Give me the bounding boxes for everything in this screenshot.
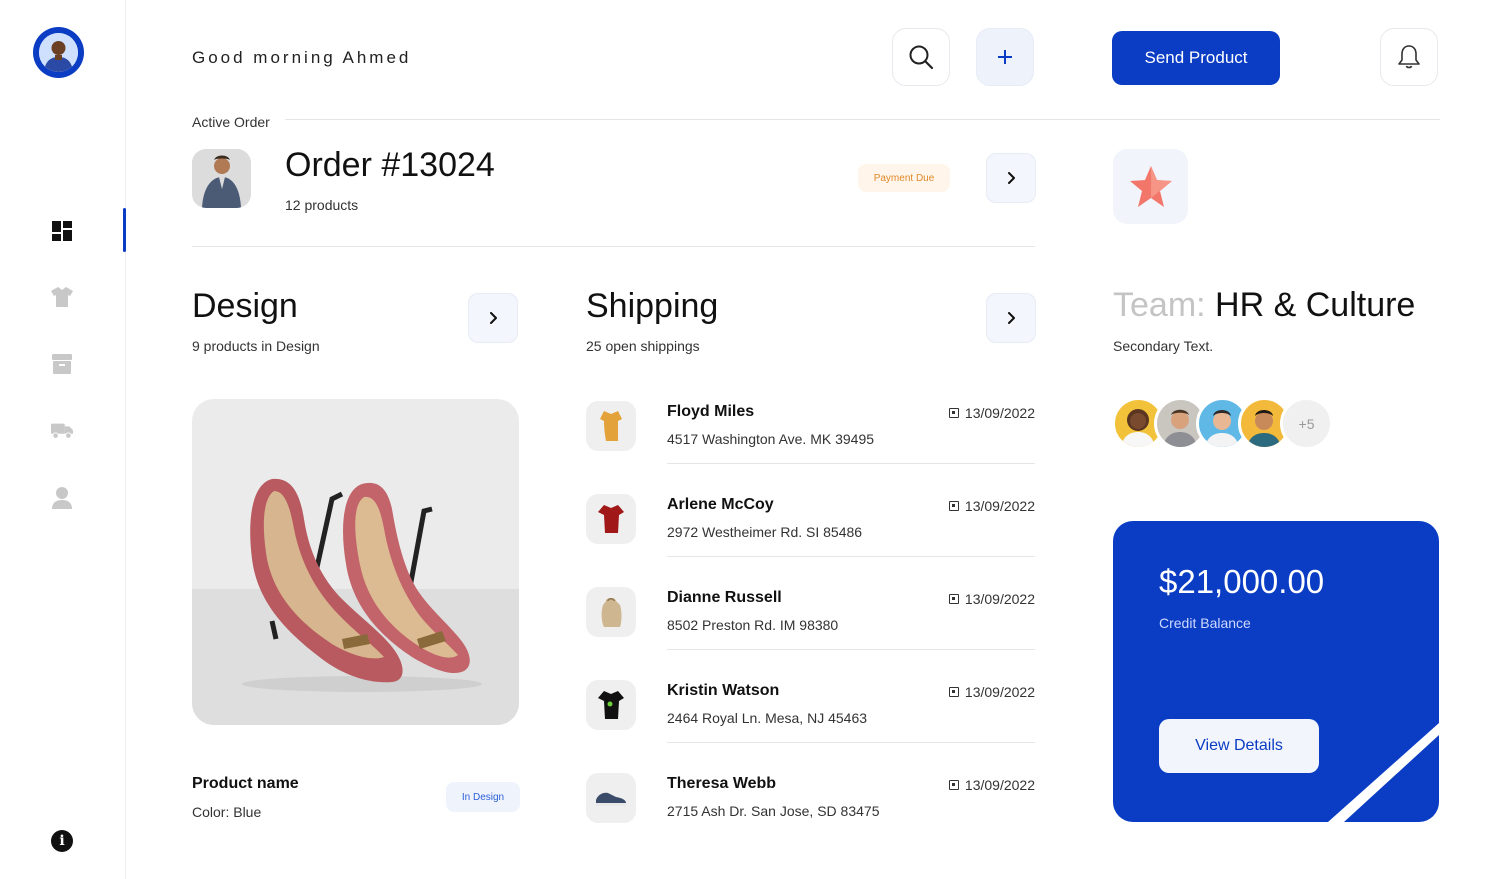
divider [667,742,1035,743]
team-title-name: HR & Culture [1215,286,1416,324]
shipping-name: Kristin Watson [667,682,780,699]
send-product-button[interactable]: Send Product [1112,31,1280,85]
backpack-thumbnail [586,587,636,637]
yellow-tshirt-thumbnail [586,401,636,451]
add-button[interactable] [976,28,1034,86]
product-name: Product name [192,775,299,792]
shipping-row[interactable]: Kristin Watson 2464 Royal Ln. Mesa, NJ 4… [586,680,1035,773]
shipping-row[interactable]: Dianne Russell 8502 Preston Rd. IM 98380… [586,587,1035,680]
sneaker-thumbnail [586,773,636,823]
shipping-name: Theresa Webb [667,775,777,792]
shipping-row[interactable]: Theresa Webb 2715 Ash Dr. San Jose, SD 8… [586,773,1035,866]
shipping-address: 4517 Washington Ave. MK 39495 [667,431,875,447]
shipping-open-button[interactable] [986,293,1036,343]
info-icon[interactable]: i [51,830,73,852]
divider [285,119,1440,120]
order-open-button[interactable] [986,153,1036,203]
active-order-label: Active Order [192,114,270,130]
divider [667,556,1035,557]
black-tshirt-thumbnail [586,680,636,730]
shipping-row[interactable]: Floyd Miles 4517 Washington Ave. MK 3949… [586,401,1035,494]
design-title: Design [192,287,298,325]
divider [192,246,1035,247]
order-product-count: 12 products [285,197,359,213]
in-design-badge: In Design [446,782,520,812]
calendar-icon [948,687,959,697]
shipping-date: 13/09/2022 [948,498,1035,514]
shipping-name: Arlene McCoy [667,496,774,513]
view-details-button[interactable]: View Details [1159,719,1319,773]
high-heels-image [242,478,482,692]
shipping-date: 13/09/2022 [948,777,1035,793]
chevron-right-icon [1008,172,1015,184]
shipping-name: Dianne Russell [667,589,782,606]
order-customer-photo [192,149,251,208]
team-more-count[interactable]: +5 [1280,397,1333,450]
shipping-title: Shipping [586,287,719,325]
team-subtitle: Secondary Text. [1113,338,1214,354]
dashboard-icon[interactable] [51,220,73,242]
product-color: Color: Blue [192,804,262,820]
shipping-address: 2715 Ash Dr. San Jose, SD 83475 [667,803,880,819]
archive-icon[interactable] [51,353,73,375]
design-subtitle: 9 products in Design [192,338,320,354]
order-title: Order #13024 [285,146,495,184]
search-icon [909,45,934,70]
shipping-address: 8502 Preston Rd. IM 98380 [667,617,839,633]
shipping-subtitle: 25 open shippings [586,338,700,354]
sidebar: i [0,0,126,879]
shipping-date: 13/09/2022 [948,405,1035,421]
notifications-button[interactable] [1380,28,1438,86]
divider [667,463,1035,464]
chevron-right-icon [490,312,497,324]
design-open-button[interactable] [468,293,518,343]
shirt-icon[interactable] [51,286,73,308]
shipping-address: 2464 Royal Ln. Mesa, NJ 45463 [667,710,868,726]
calendar-icon [948,594,959,604]
shipping-date: 13/09/2022 [948,684,1035,700]
star-icon [1129,165,1172,207]
greeting-text: Good morning Ahmed [192,48,412,67]
search-button[interactable] [892,28,950,86]
credit-amount: $21,000.00 [1159,563,1325,600]
team-title: Team: HR & Culture [1113,286,1415,325]
product-image-card[interactable] [192,399,519,725]
plus-icon [998,50,1012,64]
shipping-row[interactable]: Arlene McCoy 2972 Westheimer Rd. SI 8548… [586,494,1035,587]
shipping-name: Floyd Miles [667,403,755,420]
team-title-prefix: Team: [1113,286,1216,324]
bell-icon [1398,45,1420,69]
red-tshirt-thumbnail [586,494,636,544]
payment-due-badge: Payment Due [858,164,950,192]
credit-balance-card: $21,000.00 Credit Balance View Details [1113,521,1439,822]
calendar-icon [948,408,959,418]
divider [667,649,1035,650]
chevron-right-icon [1008,312,1015,324]
calendar-icon [948,780,959,790]
shipping-address: 2972 Westheimer Rd. SI 85486 [667,524,863,540]
shipping-date: 13/09/2022 [948,591,1035,607]
nav-active-indicator [123,208,126,252]
calendar-icon [948,501,959,511]
truck-icon[interactable] [51,420,73,442]
user-avatar[interactable] [33,27,84,78]
user-icon[interactable] [51,487,73,509]
credit-label: Credit Balance [1159,615,1251,631]
favorite-tile[interactable] [1113,149,1188,224]
